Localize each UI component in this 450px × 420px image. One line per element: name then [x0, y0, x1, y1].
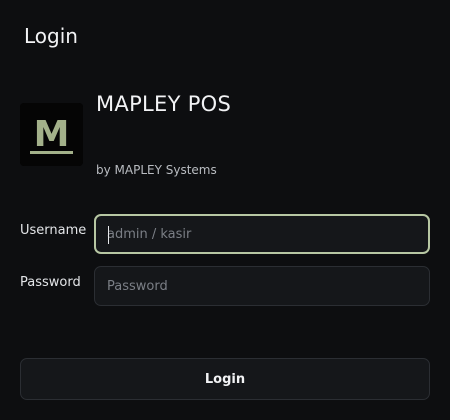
- password-label: Password: [20, 275, 81, 290]
- password-input[interactable]: [94, 266, 430, 306]
- text-cursor: [108, 226, 109, 244]
- app-logo-mark: M: [20, 103, 83, 166]
- username-input[interactable]: [94, 214, 430, 254]
- login-button[interactable]: Login: [20, 358, 430, 400]
- app-vendor: by MAPLEY Systems: [96, 163, 217, 177]
- username-label: Username: [20, 223, 87, 238]
- dialog-title: Login: [24, 24, 78, 48]
- app-logo: M: [20, 103, 83, 166]
- login-window: Login M MAPLEY POS by MAPLEY Systems Use…: [0, 0, 450, 420]
- app-name: MAPLEY POS: [96, 92, 232, 116]
- logo-letter: M: [34, 114, 70, 155]
